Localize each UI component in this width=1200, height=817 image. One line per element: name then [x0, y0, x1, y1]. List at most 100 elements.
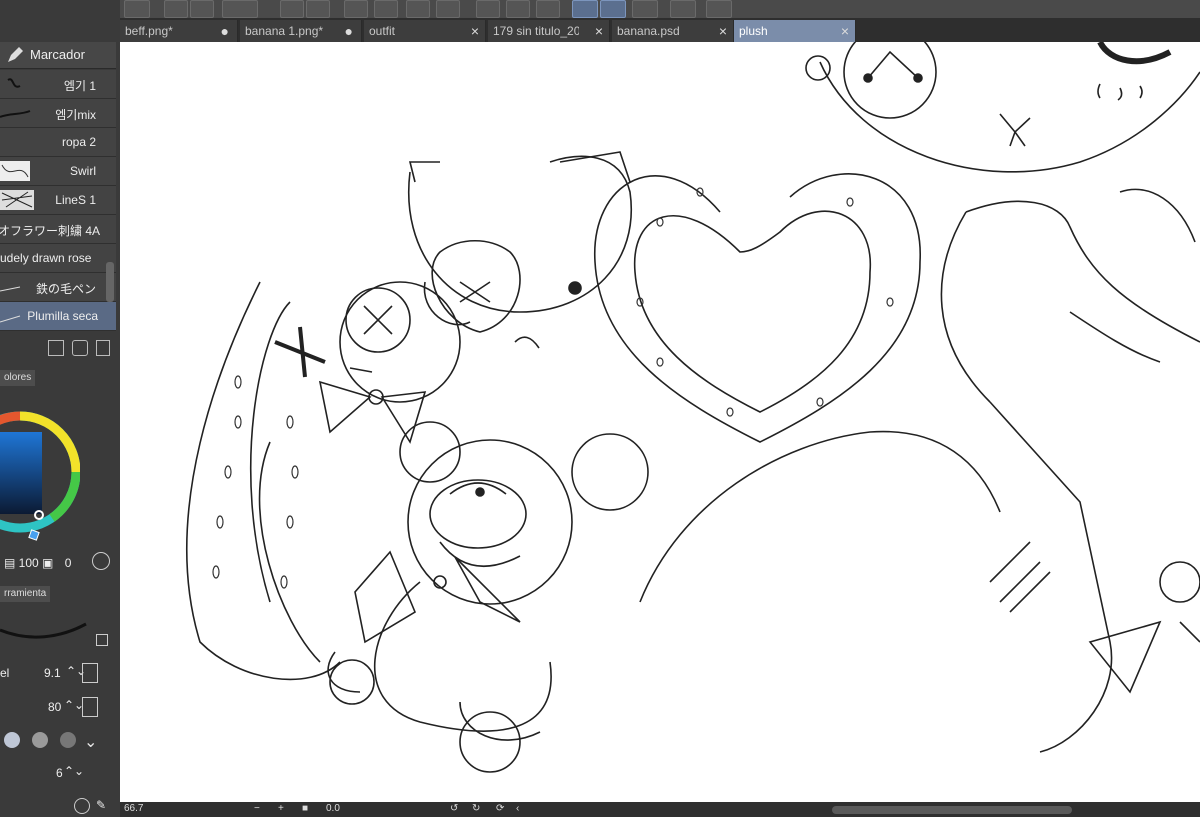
brush-item[interactable]: Swirl — [0, 157, 116, 186]
brush-item[interactable]: 엠기 1 — [0, 70, 116, 99]
stepper-icon[interactable]: ⌃⌄ — [64, 764, 84, 778]
brush-tip-soft-icon[interactable] — [32, 732, 48, 748]
page-icon[interactable] — [670, 0, 696, 18]
brush-tip-round-icon[interactable] — [4, 732, 20, 748]
rotate-left-icon[interactable]: ↺ — [450, 803, 458, 814]
tool-stroke-preview — [0, 622, 87, 639]
stabilizer-row: 6 ⌃⌄ — [0, 762, 106, 786]
clear-icon[interactable] — [344, 0, 368, 18]
record-icon[interactable] — [124, 0, 150, 18]
close-icon[interactable]: × — [471, 20, 479, 42]
color-value: 100 — [18, 556, 39, 570]
tab-label: plush — [739, 24, 768, 38]
brush-stroke-preview — [0, 110, 31, 118]
brush-label: Swirl — [70, 164, 96, 178]
stabilizer-value[interactable]: 6 — [56, 766, 63, 780]
rotate-right-icon[interactable]: ↻ — [472, 803, 480, 814]
tab-banana-psd[interactable]: banana.psd × — [612, 20, 734, 42]
brush-label: Plumilla seca — [27, 309, 98, 323]
select-icon[interactable] — [436, 0, 460, 18]
color-panel-label: olores — [0, 370, 36, 386]
brush-item[interactable]: udely drawn rose — [0, 244, 116, 273]
document-tabs: beff.png* ● banana 1.png* ● outfit × 179 si… — [120, 18, 1200, 42]
brush-item[interactable]: LineS 1 — [0, 186, 116, 215]
zoom-level[interactable]: 66.7 — [124, 803, 143, 814]
tab-outfit[interactable]: outfit × — [364, 20, 486, 42]
close-icon[interactable]: × — [719, 20, 727, 42]
brush-list-scrollbar[interactable] — [106, 262, 114, 302]
chevron-down-icon[interactable]: ⌄ — [84, 732, 97, 752]
brush-label: udely drawn rose — [0, 251, 92, 265]
pressure-icon[interactable] — [82, 663, 98, 683]
size-value[interactable]: 9.1 — [44, 666, 61, 680]
tab-label: beff.png* — [125, 24, 173, 38]
status-bar: 66.7 − + ■ 0.0 ↺ ↻ ⟳ ‹ — [120, 802, 1200, 817]
brush-panel-title: Marcador — [30, 47, 85, 62]
crop-icon[interactable] — [632, 0, 658, 18]
opacity-toggle-icon[interactable] — [82, 697, 98, 717]
brush-label: 엠기mix — [55, 108, 96, 122]
snap-ruler-icon[interactable] — [600, 0, 626, 18]
brush-panel-header: Marcador — [0, 42, 116, 69]
help-icon[interactable] — [706, 0, 732, 18]
unsaved-dot-icon: ● — [220, 23, 229, 39]
left-panel: Marcador 엠기 1 엠기mix ropa 2 Swirl LineS 1… — [0, 0, 120, 817]
brush-label: オフラワー刺繍 4A — [0, 224, 100, 238]
drawing-canvas[interactable] — [120, 42, 1200, 802]
unsaved-dot-icon: ● — [344, 23, 353, 39]
color-mode-icon[interactable]: ▤ — [4, 556, 19, 570]
fill-icon[interactable] — [406, 0, 430, 18]
grid-icon[interactable] — [536, 0, 560, 18]
brush-item-selected[interactable]: Plumilla seca — [0, 302, 116, 331]
opacity-row: 80 ⌃⌄ — [0, 696, 106, 720]
transform-icon[interactable] — [374, 0, 398, 18]
canvas-horizontal-scrollbar[interactable] — [832, 806, 1072, 814]
brush-label: ropa 2 — [61, 135, 96, 149]
brush-stroke-preview — [7, 78, 21, 88]
brush-label: LineS 1 — [55, 193, 96, 207]
zoom-out-button[interactable]: − — [254, 803, 260, 814]
ruler-icon[interactable] — [476, 0, 500, 18]
undo-icon[interactable] — [280, 0, 304, 18]
top-toolbar — [0, 0, 1200, 18]
plush-line-art — [186, 42, 1200, 773]
tab-banana-1[interactable]: banana 1.png* ● — [240, 20, 362, 42]
tab-sin-titulo[interactable]: 179 sin titulo_20 × — [488, 20, 610, 42]
close-icon[interactable]: × — [595, 20, 603, 42]
new-file-icon[interactable] — [164, 0, 188, 18]
brush-shape-row: ⌄ — [0, 730, 100, 752]
lasso-icon[interactable] — [572, 0, 598, 18]
redo-icon[interactable] — [306, 0, 330, 18]
flip-icon[interactable]: ‹ — [516, 803, 519, 814]
settings-icon[interactable] — [74, 798, 90, 814]
color-cycle-icon[interactable] — [92, 552, 110, 570]
tab-plush[interactable]: plush × — [734, 20, 856, 42]
pen-icon — [8, 47, 23, 62]
reset-rotation-icon[interactable]: ⟳ — [496, 803, 504, 814]
save-icon[interactable] — [222, 0, 258, 18]
brush-item[interactable]: 鉄の毛ペン — [0, 273, 116, 302]
opacity-value[interactable]: 80 — [48, 700, 61, 714]
wrench-icon[interactable]: ✎ — [96, 798, 106, 812]
brush-item[interactable]: 엠기mix — [0, 99, 116, 128]
lock-icon[interactable] — [96, 634, 108, 646]
brush-label: 鉄の毛ペン — [35, 282, 96, 296]
snap-icon[interactable] — [506, 0, 530, 18]
open-file-icon[interactable] — [190, 0, 214, 18]
color-wheel[interactable] — [0, 392, 80, 552]
brush-item[interactable]: オフラワー刺繍 4A — [0, 215, 116, 244]
brush-actions — [48, 340, 118, 358]
trash-icon[interactable] — [96, 340, 110, 356]
size-row: el 9.1 ⌃⌄ — [0, 662, 106, 686]
close-icon[interactable]: × — [841, 20, 849, 42]
fit-icon[interactable]: ■ — [302, 803, 308, 814]
brush-stroke-preview — [0, 286, 21, 292]
brush-tip-hard-icon[interactable] — [60, 732, 76, 748]
import-icon[interactable] — [48, 340, 64, 356]
zoom-in-button[interactable]: + — [278, 803, 284, 814]
rotation-angle[interactable]: 0.0 — [326, 803, 340, 814]
brush-item[interactable]: ropa 2 — [0, 128, 116, 157]
color-readout: ▤ 100 ▣ 0 — [4, 556, 72, 570]
duplicate-icon[interactable] — [72, 340, 88, 356]
tab-beff[interactable]: beff.png* ● — [120, 20, 238, 42]
